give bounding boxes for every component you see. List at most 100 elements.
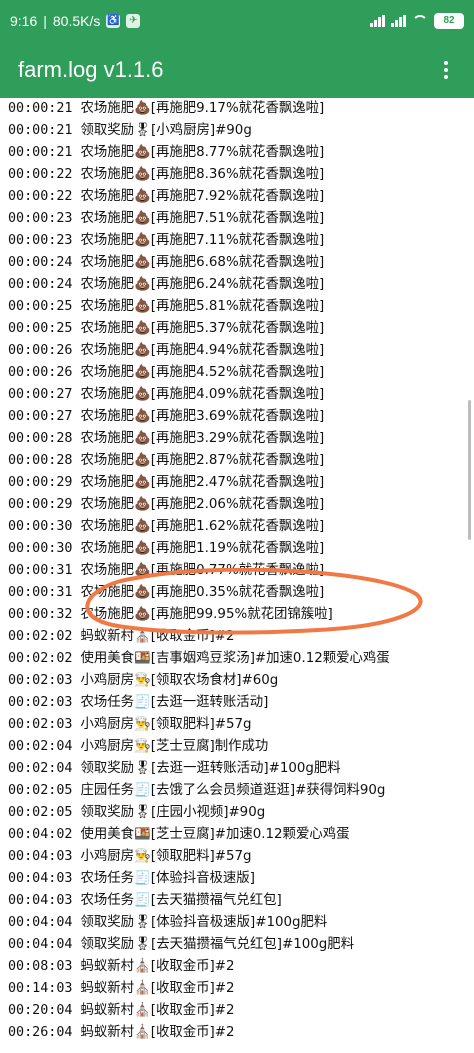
log-message: 农场施肥💩[再施肥6.68%就花香飘逸啦] — [80, 255, 325, 270]
log-time: 00:02:05 — [8, 783, 73, 798]
log-line: 00:02:03 小鸡厨房👨‍🍳[领取农场食材]#60g — [8, 670, 474, 692]
log-time: 00:00:23 — [8, 233, 73, 248]
log-time: 00:20:04 — [8, 1003, 73, 1018]
log-line: 00:00:28 农场施肥💩[再施肥3.29%就花香飘逸啦] — [8, 428, 474, 450]
log-message: 小鸡厨房👨‍🍳[领取肥料]#57g — [80, 849, 252, 864]
log-time: 00:02:04 — [8, 739, 73, 754]
log-time: 00:00:24 — [8, 255, 73, 270]
status-time: 9:16 — [10, 13, 38, 29]
log-time: 00:00:29 — [8, 475, 73, 490]
log-line: 00:00:32 农场施肥💩[再施肥99.95%就花团锦簇啦] — [8, 604, 474, 626]
log-time: 00:00:21 — [8, 145, 73, 160]
log-message: 农场任务🧾[去逛一逛转账活动] — [80, 695, 269, 710]
log-time: 00:00:25 — [8, 299, 73, 314]
log-line: 00:14:03 蚂蚁新村⛪[收取金币]#2 — [8, 978, 474, 1000]
log-line: 00:02:03 小鸡厨房👨‍🍳[领取肥料]#57g — [8, 714, 474, 736]
log-message: 农场施肥💩[再施肥8.36%就花香飘逸啦] — [80, 167, 325, 182]
log-message: 农场施肥💩[再施肥8.77%就花香飘逸啦] — [80, 145, 325, 160]
log-line: 00:08:03 蚂蚁新村⛪[收取金币]#2 — [8, 956, 474, 978]
signal-icon-2 — [391, 15, 406, 27]
log-message: 农场施肥💩[再施肥1.19%就花香飘逸啦] — [80, 541, 325, 556]
log-time: 00:04:03 — [8, 893, 73, 908]
status-right: 82 — [370, 13, 464, 29]
notification-icon: ✈ — [126, 14, 141, 28]
log-time: 00:02:03 — [8, 717, 73, 732]
log-message: 农场施肥💩[再施肥2.47%就花香飘逸啦] — [80, 475, 325, 490]
status-left: 9:16 | 80.5K/s ♿ ✈ — [10, 13, 141, 29]
log-line: 00:04:04 领取奖励🎖[去天猫攒福气兑红包]#100g肥料 — [8, 934, 474, 956]
scrollbar[interactable] — [468, 400, 471, 540]
log-line: 00:00:30 农场施肥💩[再施肥1.19%就花香飘逸啦] — [8, 538, 474, 560]
log-time: 00:00:31 — [8, 563, 73, 578]
log-line: 00:00:26 农场施肥💩[再施肥4.94%就花香飘逸啦] — [8, 340, 474, 362]
log-message: 蚂蚁新村⛪[收取金币]#2 — [80, 1003, 235, 1018]
log-message: 农场施肥💩[再施肥7.51%就花香飘逸啦] — [80, 211, 325, 226]
log-line: 00:02:02 蚂蚁新村⛪[收取金币]#2 — [8, 626, 474, 648]
log-message: 小鸡厨房👨‍🍳[领取肥料]#57g — [80, 717, 252, 732]
log-message: 农场任务🧾[体验抖音极速版] — [80, 871, 255, 886]
log-line: 00:00:29 农场施肥💩[再施肥2.47%就花香飘逸啦] — [8, 472, 474, 494]
log-line: 00:00:31 农场施肥💩[再施肥0.35%就花香飘逸啦] — [8, 582, 474, 604]
log-line: 00:02:03 农场任务🧾[去逛一逛转账活动] — [8, 692, 474, 714]
log-line: 00:02:05 领取奖励🎖[庄园小视频]#90g — [8, 802, 474, 824]
log-message: 农场施肥💩[再施肥3.29%就花香飘逸啦] — [80, 431, 325, 446]
log-message: 农场施肥💩[再施肥2.06%就花香飘逸啦] — [80, 497, 325, 512]
log-time: 00:00:22 — [8, 167, 73, 182]
log-message: 庄园任务🧾[去饿了么会员频道逛逛]#获得饲料90g — [80, 783, 386, 798]
log-message: 农场施肥💩[再施肥1.62%就花香飘逸啦] — [80, 519, 325, 534]
log-time: 00:00:30 — [8, 519, 73, 534]
log-time: 00:00:27 — [8, 387, 73, 402]
log-line: 00:02:02 使用美食🍱[吉事姻鸡豆浆汤]#加速0.12颗爱心鸡蛋 — [8, 648, 474, 670]
log-line: 00:00:22 农场施肥💩[再施肥8.36%就花香飘逸啦] — [8, 164, 474, 186]
log-line: 00:00:25 农场施肥💩[再施肥5.81%就花香飘逸啦] — [8, 296, 474, 318]
log-time: 00:02:02 — [8, 651, 73, 666]
log-view[interactable]: 00:00:21 农场施肥💩[再施肥9.17%就花香飘逸啦] 00:00:21 领取奖… — [0, 98, 474, 1053]
log-line: 00:26:04 蚂蚁新村⛪[收取金币]#2 — [8, 1022, 474, 1044]
log-line: 00:00:21 农场施肥💩[再施肥9.17%就花香飘逸啦] — [8, 98, 474, 120]
log-line: 00:00:29 农场施肥💩[再施肥2.06%就花香飘逸啦] — [8, 494, 474, 516]
log-time: 00:26:04 — [8, 1025, 73, 1040]
log-time: 00:00:26 — [8, 343, 73, 358]
log-line: 00:00:27 农场施肥💩[再施肥4.09%就花香飘逸啦] — [8, 384, 474, 406]
log-time: 00:04:03 — [8, 871, 73, 886]
log-time: 00:04:04 — [8, 937, 73, 952]
status-bar: 9:16 | 80.5K/s ♿ ✈ 82 — [0, 0, 474, 42]
log-line: 00:00:24 农场施肥💩[再施肥6.68%就花香飘逸啦] — [8, 252, 474, 274]
log-time: 00:02:03 — [8, 673, 73, 688]
log-message: 蚂蚁新村⛪[收取金币]#2 — [80, 981, 235, 996]
log-message: 农场施肥💩[再施肥4.52%就花香飘逸啦] — [80, 365, 325, 380]
log-line: 00:00:30 农场施肥💩[再施肥1.62%就花香飘逸啦] — [8, 516, 474, 538]
log-line: 00:02:05 庄园任务🧾[去饿了么会员频道逛逛]#获得饲料90g — [8, 780, 474, 802]
log-time: 00:00:26 — [8, 365, 73, 380]
log-time: 00:00:31 — [8, 585, 73, 600]
log-message: 农场施肥💩[再施肥6.24%就花香飘逸啦] — [80, 277, 325, 292]
log-message: 农场施肥💩[再施肥5.37%就花香飘逸啦] — [80, 321, 325, 336]
more-vert-icon[interactable] — [436, 56, 456, 84]
log-time: 00:00:23 — [8, 211, 73, 226]
log-time: 00:00:24 — [8, 277, 73, 292]
log-line: 00:00:22 农场施肥💩[再施肥7.92%就花香飘逸啦] — [8, 186, 474, 208]
log-message: 领取奖励🎖[去天猫攒福气兑红包]#100g肥料 — [80, 937, 355, 952]
log-time: 00:02:02 — [8, 629, 73, 644]
log-line: 00:00:21 领取奖励🎖[小鸡厨房]#90g — [8, 120, 474, 142]
log-message: 农场施肥💩[再施肥5.81%就花香飘逸啦] — [80, 299, 325, 314]
log-message: 蚂蚁新村⛪[收取金币]#2 — [80, 629, 235, 644]
app-title: farm.log v1.1.6 — [18, 57, 164, 82]
log-line: 00:02:04 领取奖励🎖[去逛一逛转账活动]#100g肥料 — [8, 758, 474, 780]
log-message: 农场施肥💩[再施肥0.77%就花香飘逸啦] — [80, 563, 325, 578]
log-line: 00:00:24 农场施肥💩[再施肥6.24%就花香飘逸啦] — [8, 274, 474, 296]
battery-icon: 82 — [434, 13, 464, 29]
log-message: 农场施肥💩[再施肥7.92%就花香飘逸啦] — [80, 189, 325, 204]
status-divider: | — [43, 13, 47, 29]
log-time: 00:04:03 — [8, 849, 73, 864]
log-message: 小鸡厨房👨‍🍳[芝士豆腐]制作成功 — [80, 739, 269, 754]
log-message: 领取奖励🎖[去逛一逛转账活动]#100g肥料 — [80, 761, 341, 776]
log-message: 农场任务🧾[去天猫攒福气兑红包] — [80, 893, 282, 908]
log-line: 00:04:03 农场任务🧾[体验抖音极速版] — [8, 868, 474, 890]
log-time: 00:00:25 — [8, 321, 73, 336]
log-message: 农场施肥💩[再施肥3.69%就花香飘逸啦] — [80, 409, 325, 424]
log-line: 00:04:03 小鸡厨房👨‍🍳[领取肥料]#57g — [8, 846, 474, 868]
log-message: 使用美食🍱[芝士豆腐]#加速0.12颗爱心鸡蛋 — [80, 827, 350, 842]
log-time: 00:02:03 — [8, 695, 73, 710]
log-time: 00:00:27 — [8, 409, 73, 424]
